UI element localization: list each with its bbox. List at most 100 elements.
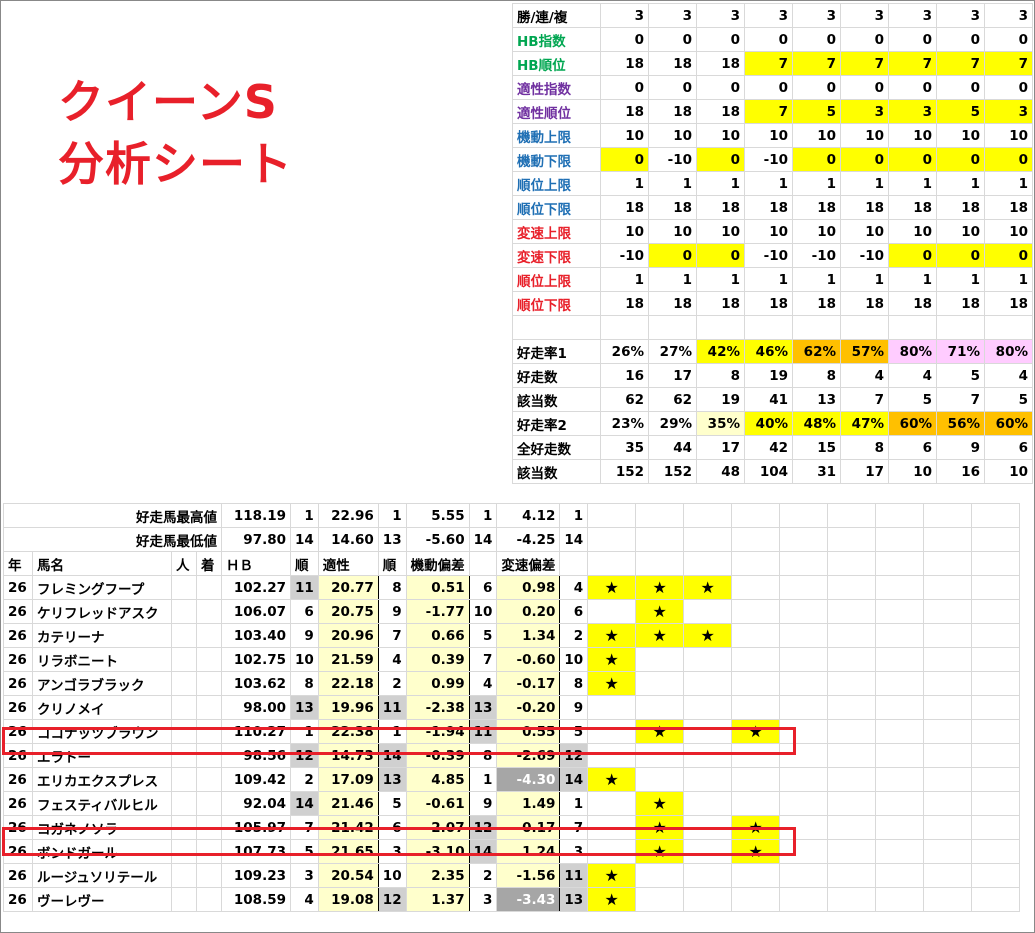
aptitude-rank-cell[interactable]: 10: [377, 863, 407, 888]
criteria-value[interactable]: 1: [984, 267, 1033, 292]
criteria-value[interactable]: 10: [696, 123, 745, 148]
speed-change-dev-cell[interactable]: 0.55: [496, 719, 561, 744]
empty-cell[interactable]: [971, 599, 1021, 624]
empty-cell[interactable]: [683, 863, 733, 888]
stats-value[interactable]: 57%: [840, 339, 889, 364]
speed-change-dev-cell[interactable]: 0.17: [496, 815, 561, 840]
criteria-value[interactable]: 0: [936, 147, 985, 172]
empty-cell[interactable]: [683, 551, 733, 576]
hb-rank-cell[interactable]: 12: [290, 743, 319, 768]
summary-value[interactable]: 14.60: [317, 527, 379, 552]
empty-cell[interactable]: [587, 599, 637, 624]
summary-value[interactable]: 118.19: [221, 503, 291, 528]
aptitude-cell[interactable]: 21.46: [317, 791, 379, 816]
criteria-value[interactable]: 18: [696, 99, 745, 124]
empty-cell[interactable]: [875, 719, 925, 744]
criteria-label[interactable]: 変速下限: [512, 243, 601, 268]
year-cell[interactable]: 26: [3, 791, 33, 816]
speed-change-rank-cell[interactable]: 3: [559, 839, 589, 864]
stats-label[interactable]: 好走率2: [512, 411, 601, 436]
criteria-value[interactable]: 18: [600, 195, 649, 220]
empty-cell[interactable]: [971, 575, 1021, 600]
hb-index-cell[interactable]: 110.27: [221, 719, 291, 744]
finish-cell[interactable]: [196, 647, 222, 672]
empty-cell[interactable]: [635, 503, 685, 528]
hb-index-cell[interactable]: 109.42: [221, 767, 291, 792]
empty-cell[interactable]: [827, 863, 877, 888]
criteria-value[interactable]: 18: [648, 291, 697, 316]
summary-value[interactable]: -5.60: [405, 527, 470, 552]
empty-cell[interactable]: [779, 599, 829, 624]
criteria-value[interactable]: 0: [888, 243, 937, 268]
empty-cell[interactable]: [683, 767, 733, 792]
mobility-rank-cell[interactable]: 14: [468, 839, 498, 864]
stats-value[interactable]: 13: [792, 387, 841, 412]
popularity-cell[interactable]: [171, 719, 197, 744]
summary-value[interactable]: 1: [559, 503, 589, 528]
stats-value[interactable]: 42%: [696, 339, 745, 364]
criteria-value[interactable]: 0: [936, 27, 985, 52]
speed-change-dev-cell[interactable]: -4.30: [496, 767, 561, 792]
stats-value[interactable]: 80%: [888, 339, 937, 364]
star-mark[interactable]: ★: [683, 623, 733, 648]
criteria-value[interactable]: 0: [984, 75, 1033, 100]
empty-cell[interactable]: [875, 743, 925, 768]
mobility-rank-cell[interactable]: 5: [468, 623, 498, 648]
aptitude-rank-cell[interactable]: 12: [377, 887, 407, 912]
empty-cell[interactable]: [779, 623, 829, 648]
criteria-value[interactable]: 0: [792, 75, 841, 100]
mobility-dev-cell[interactable]: -2.07: [405, 815, 470, 840]
criteria-value[interactable]: 0: [840, 27, 889, 52]
empty-cell[interactable]: [827, 647, 877, 672]
criteria-value[interactable]: 1: [984, 171, 1033, 196]
empty-cell[interactable]: [827, 743, 877, 768]
mobility-dev-cell[interactable]: -0.61: [405, 791, 470, 816]
aptitude-rank-cell[interactable]: 13: [377, 767, 407, 792]
criteria-value[interactable]: 10: [984, 123, 1033, 148]
empty-cell[interactable]: [923, 647, 973, 672]
criteria-value[interactable]: 0: [744, 75, 793, 100]
popularity-cell[interactable]: [171, 575, 197, 600]
star-mark[interactable]: ★: [635, 623, 685, 648]
horse-name-cell[interactable]: コガネノソラ: [32, 815, 172, 840]
stats-value[interactable]: 152: [600, 459, 649, 484]
summary-value[interactable]: 22.96: [317, 503, 379, 528]
empty-cell[interactable]: [875, 863, 925, 888]
mobility-rank-cell[interactable]: 4: [468, 671, 498, 696]
criteria-value[interactable]: 3: [984, 3, 1033, 28]
speed-change-dev-cell[interactable]: 0.98: [496, 575, 561, 600]
criteria-value[interactable]: 10: [936, 123, 985, 148]
criteria-value[interactable]: 0: [888, 27, 937, 52]
criteria-value[interactable]: 0: [744, 27, 793, 52]
criteria-value[interactable]: 18: [984, 291, 1033, 316]
speed-change-rank-cell[interactable]: 4: [559, 575, 589, 600]
speed-change-rank-cell[interactable]: 5: [559, 719, 589, 744]
speed-change-dev-cell[interactable]: 1.49: [496, 791, 561, 816]
mobility-dev-cell[interactable]: 2.35: [405, 863, 470, 888]
speed-change-dev-cell[interactable]: 1.24: [496, 839, 561, 864]
criteria-value[interactable]: 0: [984, 27, 1033, 52]
empty-cell[interactable]: [731, 743, 781, 768]
empty-cell[interactable]: [923, 695, 973, 720]
empty-cell[interactable]: [971, 551, 1021, 576]
horse-name-cell[interactable]: エリカエクスプレス: [32, 767, 172, 792]
criteria-value[interactable]: -10: [840, 243, 889, 268]
empty-cell[interactable]: [923, 815, 973, 840]
hb-index-cell[interactable]: 92.04: [221, 791, 291, 816]
stats-value[interactable]: 4: [888, 363, 937, 388]
criteria-value[interactable]: 18: [648, 195, 697, 220]
empty-cell[interactable]: [587, 527, 637, 552]
summary-value[interactable]: 5.55: [405, 503, 470, 528]
mobility-rank-cell[interactable]: 2: [468, 863, 498, 888]
stats-value[interactable]: 16: [936, 459, 985, 484]
stats-value[interactable]: 152: [648, 459, 697, 484]
criteria-label[interactable]: 順位下限: [512, 195, 601, 220]
stats-value[interactable]: 16: [600, 363, 649, 388]
criteria-value[interactable]: 3: [648, 3, 697, 28]
stats-value[interactable]: 8: [792, 363, 841, 388]
mobility-dev-cell[interactable]: -0.39: [405, 743, 470, 768]
criteria-value[interactable]: 1: [792, 171, 841, 196]
criteria-value[interactable]: 1: [696, 171, 745, 196]
criteria-value[interactable]: 18: [696, 51, 745, 76]
empty-cell[interactable]: [731, 551, 781, 576]
